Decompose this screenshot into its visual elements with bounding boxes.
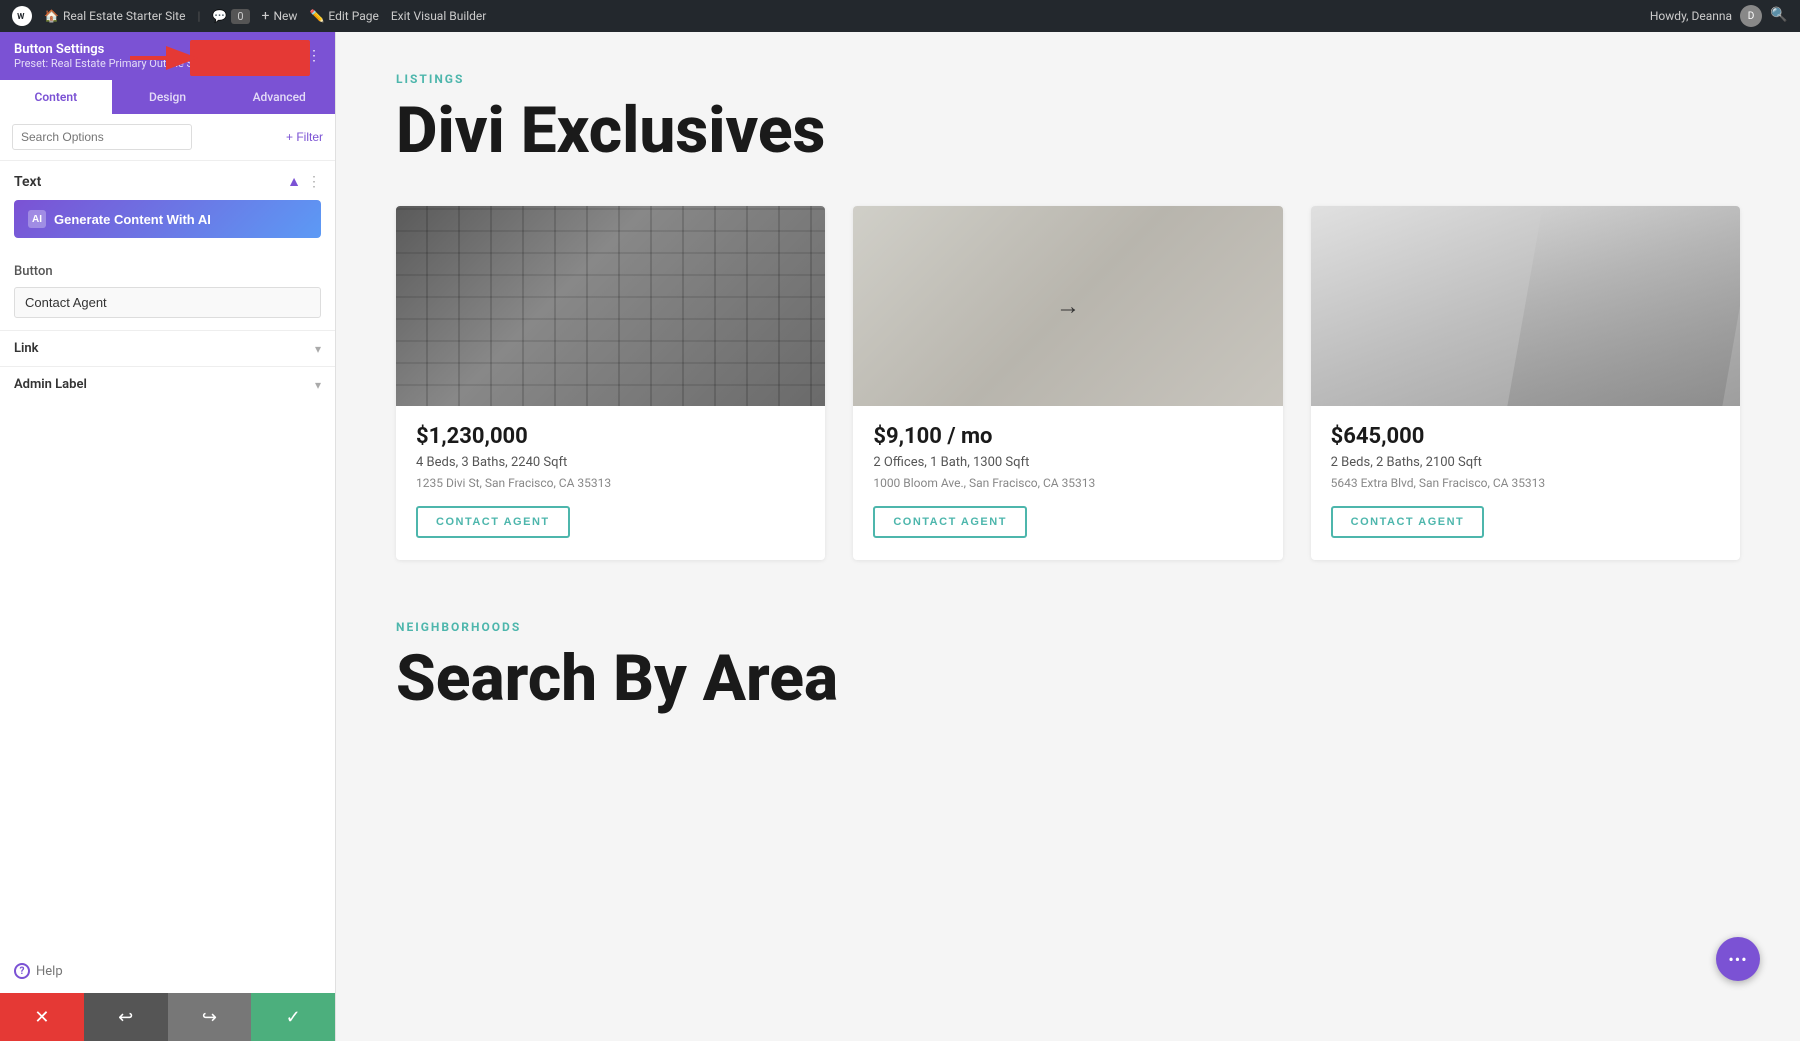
- card-address-3: 5643 Extra Blvd, San Fracisco, CA 35313: [1331, 476, 1720, 490]
- section-more-icon[interactable]: ⋮: [307, 174, 321, 190]
- comment-count: 0: [231, 9, 249, 24]
- button-field-label: Button: [14, 264, 321, 279]
- text-section-title: Text: [14, 174, 41, 190]
- admin-label-header[interactable]: Admin Label ▾: [14, 377, 321, 392]
- card-body-3: $645,000 2 Beds, 2 Baths, 2100 Sqft 5643…: [1311, 406, 1740, 560]
- property-card: $645,000 2 Beds, 2 Baths, 2100 Sqft 5643…: [1311, 206, 1740, 560]
- card-details-1: 4 Beds, 3 Baths, 2240 Sqft: [416, 455, 805, 470]
- sidebar-tabs: Content Design Advanced: [0, 80, 335, 114]
- link-chevron-icon: ▾: [315, 342, 321, 356]
- contact-agent-button-3[interactable]: CONTACT AGENT: [1331, 506, 1485, 538]
- site-link[interactable]: 🏠 Real Estate Starter Site: [44, 9, 185, 23]
- tab-design[interactable]: Design: [112, 80, 224, 114]
- text-section: Text ▲ ⋮ AI Generate Content With AI: [0, 161, 335, 264]
- card-body-2: $9,100 / mo 2 Offices, 1 Bath, 1300 Sqft…: [853, 406, 1282, 560]
- copy-icon[interactable]: ⧉: [268, 48, 278, 64]
- link-section: Link ▾: [0, 330, 335, 366]
- sidebar-title-group: Button Settings Preset: Real Estate Prim…: [14, 42, 214, 70]
- card-image-3: [1311, 206, 1740, 406]
- tab-content[interactable]: Content: [0, 80, 112, 114]
- pencil-icon: ✏️: [309, 9, 324, 23]
- plus-icon: +: [262, 8, 270, 24]
- neighborhoods-heading: Search By Area: [396, 644, 1740, 714]
- user-avatar[interactable]: D: [1740, 5, 1762, 27]
- card-image-1: [396, 206, 825, 406]
- fab-button[interactable]: •••: [1716, 937, 1760, 981]
- sidebar-preset: Preset: Real Estate Primary Outline Smal…: [14, 57, 214, 70]
- collapse-icon[interactable]: ▲: [287, 173, 301, 190]
- search-options-input[interactable]: [12, 124, 192, 150]
- fab-dots-icon: •••: [1728, 950, 1747, 969]
- card-details-3: 2 Beds, 2 Baths, 2100 Sqft: [1331, 455, 1720, 470]
- sidebar-search-bar: + Filter: [0, 114, 335, 161]
- card-body-1: $1,230,000 4 Beds, 3 Baths, 2240 Sqft 12…: [396, 406, 825, 560]
- card-address-1: 1235 Divi St, San Fracisco, CA 35313: [416, 476, 805, 490]
- layout-icon[interactable]: ▤: [286, 48, 299, 64]
- admin-label-title: Admin Label: [14, 377, 87, 392]
- redo-button[interactable]: ↪: [168, 993, 252, 1041]
- property-card: $1,230,000 4 Beds, 3 Baths, 2240 Sqft 12…: [396, 206, 825, 560]
- help-icon: ?: [14, 963, 30, 979]
- search-icon[interactable]: 🔍: [1770, 7, 1788, 25]
- ai-icon: AI: [28, 210, 46, 228]
- tab-advanced[interactable]: Advanced: [223, 80, 335, 114]
- card-image-2: →: [853, 206, 1282, 406]
- listings-label: LISTINGS: [396, 72, 1740, 86]
- help-button[interactable]: ? Help: [0, 949, 335, 993]
- save-button[interactable]: ✓: [251, 993, 335, 1041]
- top-bar: W 🏠 Real Estate Starter Site | 💬 0 + New…: [0, 0, 1800, 32]
- comment-icon-item[interactable]: 💬 0: [212, 9, 249, 24]
- exit-builder-link[interactable]: Exit Visual Builder: [391, 9, 487, 23]
- arrow-right-icon: →: [1056, 292, 1080, 321]
- main-content: LISTINGS Divi Exclusives $1,230,000 4 Be…: [336, 32, 1800, 1041]
- neighborhoods-section: NEIGHBORHOODS Search By Area: [396, 610, 1740, 714]
- top-bar-right: Howdy, Deanna D 🔍: [1650, 5, 1788, 27]
- card-price-1: $1,230,000: [416, 424, 805, 449]
- wordpress-icon[interactable]: W: [12, 6, 32, 26]
- admin-chevron-icon: ▾: [315, 378, 321, 392]
- sidebar-bottom-bar: ✕ ↩ ↪ ✓: [0, 993, 335, 1041]
- comment-icon: 💬: [212, 9, 227, 23]
- button-text-input[interactable]: [14, 287, 321, 318]
- filter-button[interactable]: + Filter: [286, 130, 323, 144]
- sidebar-header-icons: ⧉ ▤ ⋮: [268, 48, 321, 64]
- undo-button[interactable]: ↩: [84, 993, 168, 1041]
- property-cards-grid: $1,230,000 4 Beds, 3 Baths, 2240 Sqft 12…: [396, 206, 1740, 560]
- sidebar: Button Settings Preset: Real Estate Prim…: [0, 32, 336, 1041]
- listings-section: LISTINGS Divi Exclusives $1,230,000 4 Be…: [396, 72, 1740, 560]
- sidebar-header: Button Settings Preset: Real Estate Prim…: [0, 32, 335, 80]
- site-icon: 🏠: [44, 9, 59, 23]
- listings-heading: Divi Exclusives: [396, 96, 1740, 166]
- contact-agent-button-2[interactable]: CONTACT AGENT: [873, 506, 1027, 538]
- card-price-2: $9,100 / mo: [873, 424, 1262, 449]
- close-button[interactable]: ✕: [0, 993, 84, 1041]
- main-layout: Button Settings Preset: Real Estate Prim…: [0, 32, 1800, 1041]
- button-section: Button: [0, 264, 335, 330]
- text-section-header: Text ▲ ⋮: [14, 173, 321, 190]
- link-section-header[interactable]: Link ▾: [14, 341, 321, 356]
- card-address-2: 1000 Bloom Ave., San Fracisco, CA 35313: [873, 476, 1262, 490]
- admin-label-section: Admin Label ▾: [0, 366, 335, 402]
- svg-text:W: W: [17, 12, 25, 22]
- neighborhoods-label: NEIGHBORHOODS: [396, 620, 1740, 634]
- card-price-3: $645,000: [1331, 424, 1720, 449]
- generate-ai-button[interactable]: AI Generate Content With AI: [14, 200, 321, 238]
- sidebar-title: Button Settings: [14, 42, 214, 57]
- edit-page-link[interactable]: ✏️ Edit Page: [309, 9, 378, 23]
- link-section-title: Link: [14, 341, 39, 356]
- new-button[interactable]: + New: [262, 8, 298, 24]
- card-details-2: 2 Offices, 1 Bath, 1300 Sqft: [873, 455, 1262, 470]
- contact-agent-button-1[interactable]: CONTACT AGENT: [416, 506, 570, 538]
- divider-1: |: [197, 9, 200, 23]
- property-card: → $9,100 / mo 2 Offices, 1 Bath, 1300 Sq…: [853, 206, 1282, 560]
- more-options-icon[interactable]: ⋮: [307, 48, 321, 64]
